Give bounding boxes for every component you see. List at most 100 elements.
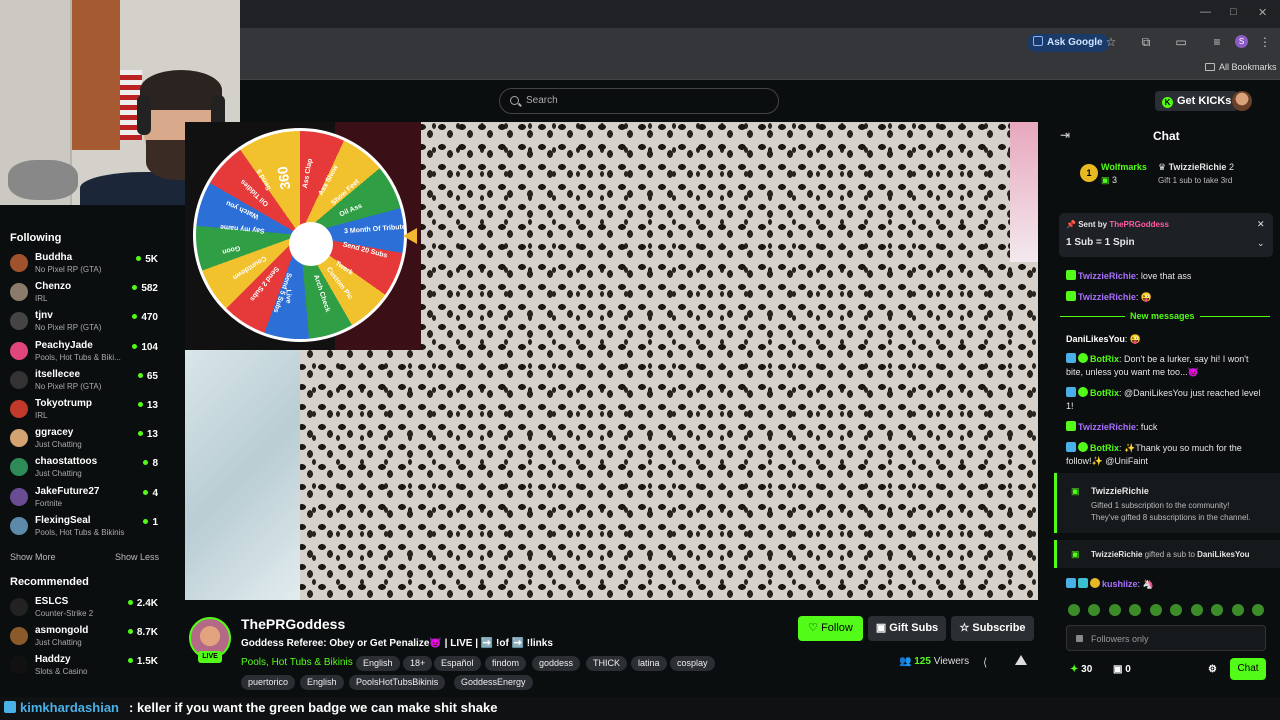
search-placeholder: Search [526, 95, 558, 106]
ask-google-button[interactable]: Ask Google [1027, 34, 1109, 52]
sidebar-channel[interactable]: Haddzy Slots & Casino 1.5K [10, 653, 160, 679]
gift-icon: ▣ [1071, 486, 1080, 496]
sidebar-channel[interactable]: FlexingSeal Pools, Hot Tubs & Bikinis 1 [10, 514, 160, 540]
chevron-down-icon[interactable]: ⌄ [1257, 237, 1269, 250]
stream-tag[interactable]: latina [631, 656, 667, 671]
sidebar-channel[interactable]: JakeFuture27 Fortnite 4 [10, 485, 160, 511]
emote-icon[interactable] [1211, 604, 1223, 616]
all-bookmarks[interactable]: All Bookmarks [1205, 62, 1277, 72]
chat-send-button[interactable]: Chat [1230, 658, 1266, 680]
sidebar-channel[interactable]: chaostattoos Just Chatting 8 [10, 455, 160, 481]
collapse-chat-icon[interactable]: ⇥ [1060, 128, 1070, 142]
report-flag-icon[interactable] [1015, 655, 1027, 665]
spin-wheel: Ass Clap Ass Show Show Feet Oil Ass 3 Month … [193, 128, 407, 342]
chat-gifts[interactable]: ▣ 0 [1113, 664, 1131, 675]
emote-icon[interactable] [1170, 604, 1182, 616]
channel-name: PeachyJade [35, 339, 93, 351]
subscriber-badge-icon [1066, 421, 1076, 431]
channel-viewers: 2.4K [128, 598, 158, 609]
maximize-icon[interactable]: □ [1230, 6, 1237, 18]
emote-icon[interactable] [1232, 604, 1244, 616]
webcam-chair [8, 160, 78, 200]
sidebar-channel[interactable]: itsellecee No Pixel RP (GTA) 65 [10, 368, 160, 394]
unpin-icon[interactable]: ✕ [1257, 218, 1269, 231]
chat-username[interactable]: BotRix [1090, 443, 1119, 453]
kick-points[interactable]: ✦ 30 [1070, 664, 1092, 675]
stream-category[interactable]: Pools, Hot Tubs & Bikinis [241, 657, 353, 668]
spin-wheel-label: Send 2 Subs [248, 264, 281, 302]
emote-icon[interactable] [1252, 604, 1264, 616]
chat-username[interactable]: BotRix [1090, 388, 1119, 398]
stream-tag[interactable]: puertorico [241, 675, 296, 690]
sidebar-channel[interactable]: ESLCS Counter-Strike 2 2.4K [10, 595, 160, 621]
emote-icon[interactable] [1150, 604, 1162, 616]
sidebar-channel[interactable]: Tokyotrump IRL 13 [10, 397, 160, 423]
gift-sub-target[interactable]: DaniLikesYou [1197, 550, 1249, 559]
stream-tag[interactable]: English [300, 675, 344, 690]
show-less-link[interactable]: Show Less [115, 552, 159, 562]
chat-username[interactable]: TwizzieRichie [1078, 292, 1136, 302]
sidebar-channel[interactable]: Chenzo IRL 582 [10, 280, 160, 306]
bot-badge-icon [1066, 353, 1076, 363]
gift-subs-button[interactable]: ▣ Gift Subs [868, 616, 946, 641]
emote-icon[interactable] [1191, 604, 1203, 616]
share-icon[interactable]: ⟨ [983, 656, 987, 669]
stream-tag[interactable]: Español [434, 656, 481, 671]
get-kicks-button[interactable]: K Get KICKs [1155, 91, 1239, 111]
stream-tag[interactable]: PoolsHotTubsBikinis [349, 675, 446, 690]
emote-icon[interactable] [1068, 604, 1080, 616]
search-icon [510, 96, 519, 105]
profile-avatar[interactable]: S [1235, 35, 1248, 48]
emote-icon[interactable] [1088, 604, 1100, 616]
stream-tag[interactable]: cosplay [670, 656, 715, 671]
chat-settings-icon[interactable]: ⚙ [1208, 664, 1217, 675]
kebab-menu-icon[interactable]: ⋮ [1258, 35, 1272, 49]
channel-viewers: 582 [132, 283, 158, 294]
channel-category: IRL [35, 411, 48, 420]
channel-viewers: 1 [143, 517, 158, 528]
streamer-name[interactable]: ThePRGoddess [241, 616, 345, 632]
user-avatar[interactable] [1232, 91, 1252, 111]
gift-sub-user[interactable]: TwizzieRichie [1091, 550, 1142, 559]
spin-wheel-label: Goon [221, 243, 241, 255]
gift-leader-1-name[interactable]: Wolfmarks [1101, 162, 1147, 172]
gift-sub-mid: gifted a sub to [1144, 550, 1195, 559]
channel-name: Haddzy [35, 654, 71, 666]
bookmark-star-icon[interactable]: ☆ [1104, 35, 1118, 49]
reading-list-icon[interactable]: ≡ [1210, 35, 1224, 49]
chat-username[interactable]: BotRix [1090, 354, 1119, 364]
stream-tag[interactable]: English [356, 656, 400, 671]
stream-tag[interactable]: THICK [586, 656, 627, 671]
chat-username[interactable]: TwizzieRichie [1078, 271, 1136, 281]
stream-tag[interactable]: findom [485, 656, 527, 671]
show-more-link[interactable]: Show More [10, 552, 56, 562]
emote-icon[interactable] [1129, 604, 1141, 616]
pinned-message[interactable]: 📌 Sent by ThePRGoddess 1 Sub = 1 Spin ✕ … [1059, 213, 1273, 257]
close-icon[interactable]: ✕ [1258, 6, 1267, 19]
cast-icon[interactable]: ▭ [1174, 35, 1188, 49]
search-input[interactable]: Search [499, 88, 779, 114]
sidebar-channel[interactable]: ggracey Just Chatting 13 [10, 426, 160, 452]
chat-last-user[interactable]: kushiize [1102, 579, 1138, 589]
chat-username[interactable]: TwizzieRichie [1078, 422, 1136, 432]
emote-icon[interactable] [1109, 604, 1121, 616]
chat-input[interactable]: Followers only [1066, 625, 1266, 651]
sidebar-channel[interactable]: PeachyJade Pools, Hot Tubs & Biki... 104 [10, 339, 160, 365]
gift-leader-2-name[interactable]: TwizzieRichie [1169, 162, 1227, 172]
follow-button[interactable]: ♡ Follow [798, 616, 863, 641]
pinned-user[interactable]: ThePRGoddess [1109, 220, 1169, 229]
stream-tag[interactable]: GoddessEnergy [454, 675, 533, 690]
address-bar[interactable] [240, 28, 1280, 58]
minimize-icon[interactable]: — [1200, 6, 1211, 18]
sidebar-channel[interactable]: asmongold Just Chatting 8.7K [10, 624, 160, 650]
sidebar-channel[interactable]: Buddha No Pixel RP (GTA) 5K [10, 251, 160, 277]
extensions-icon[interactable]: ⧉ [1139, 35, 1153, 49]
stream-tag[interactable]: 18+ [403, 656, 433, 671]
chat-username[interactable]: DaniLikesYou [1066, 334, 1125, 344]
video-player[interactable]: Ass Clap Ass Show Show Feet Oil Ass 3 Month … [185, 122, 1038, 600]
gifted-sub-user[interactable]: TwizzieRichie [1091, 485, 1280, 498]
stream-tag[interactable]: goddess [532, 656, 581, 671]
sidebar-channel[interactable]: tjnv No Pixel RP (GTA) 470 [10, 309, 160, 335]
subscribe-button[interactable]: ☆ Subscribe [951, 616, 1034, 641]
channel-category: No Pixel RP (GTA) [35, 265, 102, 274]
